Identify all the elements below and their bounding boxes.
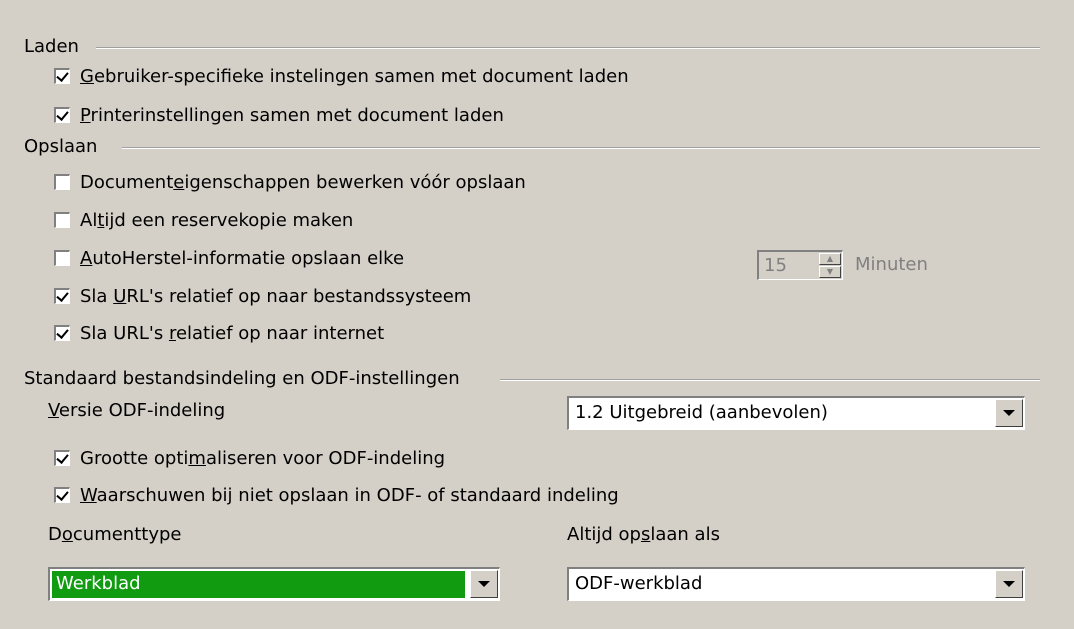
always-save-as-select[interactable]: ODF-werkblad	[567, 567, 1025, 601]
select-value: ODF-werkblad	[575, 573, 703, 594]
odf-version-label: Versie ODF-indeling	[48, 400, 226, 421]
section-default-format-title: Standaard bestandsindeling en ODF-instel…	[24, 368, 460, 389]
checkbox-box[interactable]	[54, 174, 70, 190]
save-url-filesystem-checkbox[interactable]: Sla URL's relatief op naar bestandssyste…	[54, 284, 471, 308]
dropdown-arrow-icon[interactable]	[995, 399, 1023, 427]
checkbox-box[interactable]	[54, 68, 70, 84]
save-backup-checkbox[interactable]: Altijd een reservekopie maken	[54, 208, 353, 232]
section-laden-separator	[96, 47, 1040, 49]
document-type-select[interactable]: Werkblad	[48, 567, 500, 601]
spinbox-value: 15	[764, 255, 787, 276]
checkbox-box[interactable]	[54, 487, 70, 503]
checkbox-box[interactable]	[54, 212, 70, 228]
section-laden-title: Laden	[24, 36, 79, 57]
checkbox-label: Sla URL's relatief op naar bestandssyste…	[80, 285, 472, 307]
checkbox-box[interactable]	[54, 107, 70, 123]
select-value: 1.2 Uitgebreid (aanbevolen)	[575, 402, 828, 423]
load-printer-settings-checkbox[interactable]: Printerinstellingen samen met document l…	[54, 103, 504, 127]
checkbox-label: Waarschuwen bij niet opslaan in ODF- of …	[80, 484, 619, 506]
dropdown-arrow-icon[interactable]	[470, 570, 498, 598]
save-autorecovery-checkbox[interactable]: AutoHerstel-informatie opslaan elke	[54, 246, 404, 270]
section-opslaan-title: Opslaan	[24, 136, 98, 157]
spin-down-icon[interactable]: ▼	[819, 266, 841, 278]
checkbox-label: AutoHerstel-informatie opslaan elke	[80, 247, 405, 269]
checkbox-box[interactable]	[54, 450, 70, 466]
checkbox-label: Documenteigenschappen bewerken vóór opsl…	[80, 171, 526, 193]
odf-optimize-size-checkbox[interactable]: Grootte optimaliseren voor ODF-indeling	[54, 446, 445, 470]
checkbox-label: Sla URL's relatief op naar internet	[80, 322, 385, 344]
checkbox-box[interactable]	[54, 250, 70, 266]
section-default-format-separator	[500, 379, 1040, 381]
save-url-internet-checkbox[interactable]: Sla URL's relatief op naar internet	[54, 321, 384, 345]
odf-warn-checkbox[interactable]: Waarschuwen bij niet opslaan in ODF- of …	[54, 483, 619, 507]
autorecovery-minutes-spinbox[interactable]: 15 ▲ ▼	[757, 250, 843, 280]
save-doc-properties-checkbox[interactable]: Documenteigenschappen bewerken vóór opsl…	[54, 170, 526, 194]
checkbox-box[interactable]	[54, 325, 70, 341]
checkbox-label: Printerinstellingen samen met document l…	[80, 104, 504, 126]
document-type-label: Documenttype	[48, 524, 182, 545]
checkbox-label: Grootte optimaliseren voor ODF-indeling	[80, 447, 446, 469]
dropdown-arrow-icon[interactable]	[995, 570, 1023, 598]
spin-up-icon[interactable]: ▲	[819, 253, 841, 265]
checkbox-label: Altijd een reservekopie maken	[80, 209, 354, 231]
always-save-as-label: Altijd opslaan als	[567, 524, 720, 545]
section-opslaan-separator	[122, 147, 1040, 149]
load-user-settings-checkbox[interactable]: Gebruiker-specifieke instelingen samen m…	[54, 64, 629, 88]
autorecovery-unit-label: Minuten	[855, 254, 928, 275]
checkbox-box[interactable]	[54, 288, 70, 304]
checkbox-label: Gebruiker-specifieke instelingen samen m…	[80, 65, 629, 87]
odf-version-select[interactable]: 1.2 Uitgebreid (aanbevolen)	[567, 396, 1025, 430]
select-value: Werkblad	[56, 573, 141, 594]
